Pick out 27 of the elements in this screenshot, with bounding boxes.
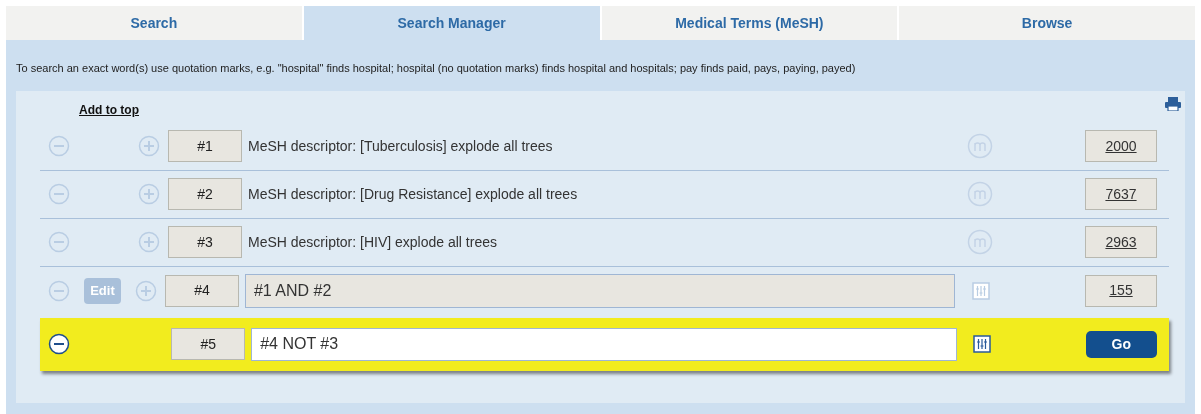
search-query-field[interactable]: #4 NOT #3: [251, 327, 957, 361]
remove-icon[interactable]: [48, 333, 70, 355]
m-circle-icon[interactable]: [967, 229, 993, 255]
tab[interactable]: Search: [6, 6, 302, 40]
search-description: MeSH descriptor: [HIV] explode all trees: [248, 232, 498, 252]
add-icon[interactable]: [138, 231, 160, 253]
go-button[interactable]: Go: [1085, 330, 1157, 358]
search-query-field[interactable]: #1 AND #2: [244, 273, 956, 308]
m-circle-icon[interactable]: [967, 181, 993, 207]
search-description: MeSH descriptor: [Tuberculosis] explode all trees: [248, 136, 554, 156]
add-to-top-link[interactable]: Add to top: [79, 100, 139, 119]
add-icon[interactable]: [138, 135, 160, 157]
search-hint: To search an exact word(s) use quotation marks, e.g. "hospital" finds hospital; hospital (no quotation marks) finds hospital and hospitals; pay finds paid, pays, paying, payed): [16, 61, 857, 76]
tab[interactable]: Search Manager: [303, 6, 600, 40]
tab[interactable]: Medical Terms (MeSH): [601, 6, 898, 40]
add-icon[interactable]: [134, 279, 157, 302]
m-circle-icon[interactable]: [967, 133, 993, 159]
tab[interactable]: Browse: [899, 6, 1195, 40]
search-description: MeSH descriptor: [Drug Resistance] explode all trees: [248, 184, 579, 204]
search-number: #2: [168, 178, 242, 210]
search-number: #1: [168, 130, 242, 162]
search-number: #5: [171, 328, 246, 360]
search-number: #4: [164, 274, 239, 307]
sliders-icon[interactable]: [973, 335, 992, 353]
print-icon[interactable]: [1165, 96, 1181, 111]
search-number: #3: [168, 226, 242, 258]
add-icon[interactable]: [138, 183, 160, 205]
